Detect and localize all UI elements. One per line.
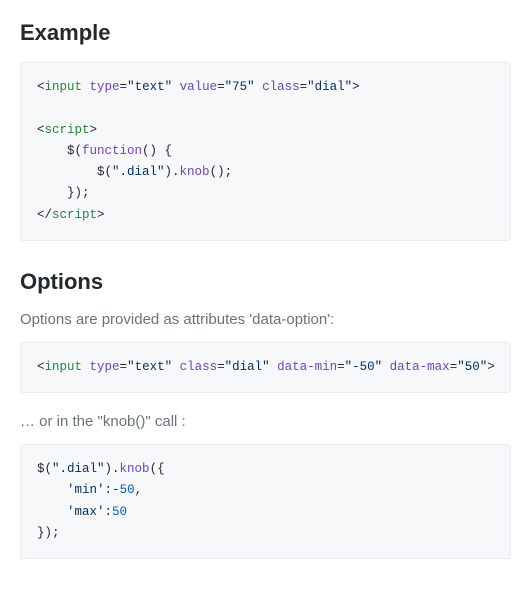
options-heading: Options xyxy=(20,269,511,295)
example-section: Example <input type="text" value="75" cl… xyxy=(20,20,511,241)
options-intro-text: Options are provided as attributes 'data… xyxy=(20,311,511,328)
example-heading: Example xyxy=(20,20,511,46)
options-section: Options Options are provided as attribut… xyxy=(20,269,511,559)
options-or-text: … or in the "knob()" call : xyxy=(20,413,511,430)
options-code-block-1: <input type="text" class="dial" data-min… xyxy=(20,342,511,393)
example-code-block: <input type="text" value="75" class="dia… xyxy=(20,62,511,241)
